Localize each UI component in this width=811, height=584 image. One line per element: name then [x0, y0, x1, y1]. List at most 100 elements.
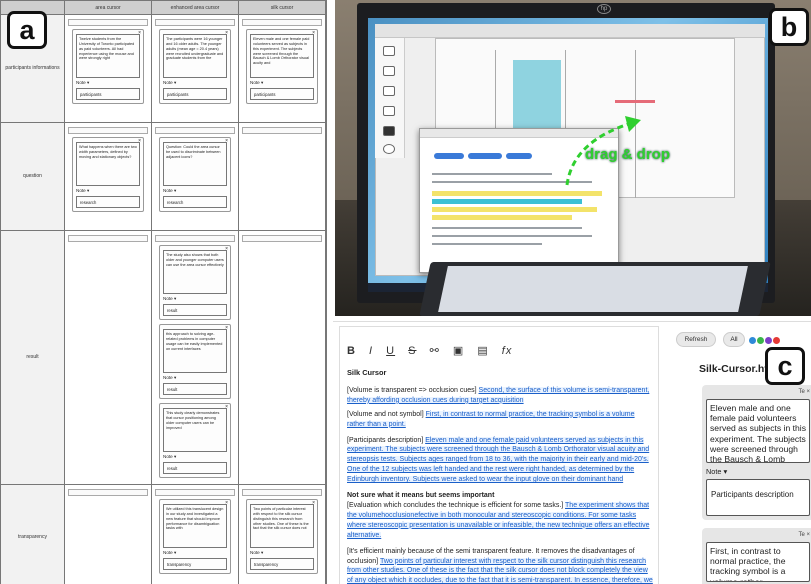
note-card[interactable]: × We utilized this translucent design in… — [159, 499, 231, 574]
strike-button[interactable]: S — [408, 345, 416, 357]
note-card[interactable]: × Two points of particular interest with… — [246, 499, 318, 574]
note-card[interactable]: × The study also shows that both older a… — [159, 245, 231, 320]
document-body[interactable]: Silk Cursor [Volume is transparent => oc… — [347, 368, 653, 584]
paragraph: [It's efficient mainly because of the se… — [347, 547, 653, 584]
color-filter-blue[interactable] — [749, 337, 756, 344]
note-card[interactable]: × Twelve students from the University of… — [72, 29, 144, 104]
all-button[interactable]: All — [723, 332, 745, 347]
note-card[interactable]: × Eleven male and one female paid volunt… — [246, 29, 318, 104]
italic-button[interactable]: I — [369, 345, 373, 357]
note-dropdown[interactable]: Note ▾ — [163, 454, 227, 460]
link-icon[interactable]: ⚯ — [430, 345, 440, 357]
note-card[interactable]: × this approach to solving age- related … — [159, 324, 231, 399]
close-icon[interactable]: × — [138, 30, 141, 36]
cell-input-strip[interactable] — [68, 127, 148, 134]
cell-input-strip[interactable] — [155, 19, 235, 26]
refresh-button[interactable]: Refresh — [676, 332, 716, 347]
cell-input-strip[interactable] — [242, 489, 322, 496]
color-filter-red[interactable] — [773, 337, 780, 344]
bold-button[interactable]: B — [347, 345, 356, 357]
card-text[interactable]: Eleven male and one female paid voluntee… — [250, 34, 314, 78]
note-dropdown[interactable]: Note ▾ — [163, 550, 227, 556]
close-icon[interactable]: × — [225, 325, 228, 331]
card-text[interactable]: this approach to solving age- related pr… — [163, 329, 227, 373]
col-header-enhanced-area-cursor: enhanced area cursor — [152, 1, 238, 14]
card-header[interactable]: Te × — [706, 532, 810, 542]
note-input[interactable]: transparency — [250, 558, 314, 570]
close-icon[interactable]: × — [225, 500, 228, 506]
cell-input-strip[interactable] — [68, 489, 148, 496]
note-card[interactable]: × The participants were 16 younger and 1… — [159, 29, 231, 104]
cube-icon — [383, 126, 395, 136]
note-dropdown[interactable]: Note ▾ — [163, 296, 227, 302]
note-input[interactable]: research — [76, 196, 140, 208]
note-input[interactable]: Participants description — [706, 479, 810, 516]
color-filter-purple[interactable] — [765, 337, 772, 344]
note-dropdown[interactable]: Note ▾ — [250, 80, 314, 86]
highlight-line — [432, 215, 572, 220]
card-text[interactable]: This study clearly demonstrates that cur… — [163, 408, 227, 452]
card-header[interactable]: Te × — [706, 389, 810, 399]
note-dropdown[interactable]: Note ▾ — [76, 80, 140, 86]
close-icon[interactable]: × — [312, 500, 315, 506]
quote-link[interactable]: Two points of particular interest with r… — [347, 557, 653, 584]
note-dropdown[interactable]: Note ▾ — [76, 188, 140, 194]
cell-input-strip[interactable] — [155, 235, 235, 242]
card-text[interactable]: Twelve students from the University of T… — [76, 34, 140, 78]
cell-input-strip[interactable] — [242, 127, 322, 134]
cell-input-strip[interactable] — [242, 19, 322, 26]
close-icon[interactable]: × — [312, 30, 315, 36]
note-dropdown[interactable]: Note ▾ — [163, 188, 227, 194]
cell-input-strip[interactable] — [68, 19, 148, 26]
close-icon[interactable]: × — [225, 246, 228, 252]
note-input[interactable]: result — [163, 462, 227, 474]
close-icon[interactable]: × — [225, 138, 228, 144]
note-card[interactable]: Te × First, in contrast to normal practi… — [702, 528, 811, 584]
cell: × Two points of particular interest with… — [239, 485, 325, 584]
color-filter-green[interactable] — [757, 337, 764, 344]
underline-button[interactable]: U — [386, 345, 395, 357]
document-title: Silk Cursor — [347, 368, 387, 377]
card-text[interactable]: The participants were 16 younger and 16 … — [163, 34, 227, 78]
note-input[interactable]: research — [163, 196, 227, 208]
note-dropdown[interactable]: Note ▾ — [163, 80, 227, 86]
close-icon[interactable]: × — [138, 138, 141, 144]
note-input[interactable]: participants — [76, 88, 140, 100]
note-input[interactable]: result — [163, 304, 227, 316]
table-icon — [383, 106, 395, 116]
close-icon[interactable]: × — [225, 404, 228, 410]
note-dropdown[interactable]: Note ▾ — [250, 550, 314, 556]
cell-input-strip[interactable] — [155, 489, 235, 496]
note-dropdown[interactable]: Note ▾ — [706, 467, 810, 476]
cell-input-strip[interactable] — [155, 127, 235, 134]
note-input[interactable]: participants — [250, 88, 314, 100]
card-text[interactable]: Eleven male and one female paid voluntee… — [706, 399, 810, 463]
close-icon[interactable]: × — [225, 30, 228, 36]
note-card[interactable]: × What happens when there are two width … — [72, 137, 144, 212]
annotation-tag: [Evaluation which concludes the techniqu… — [347, 501, 566, 509]
card-text[interactable]: Two points of particular interest with r… — [250, 504, 314, 548]
cell — [239, 231, 325, 484]
card-text[interactable]: First, in contrast to normal practice, t… — [706, 542, 810, 582]
cell-input-strip[interactable] — [68, 235, 148, 242]
card-text[interactable]: We utilized this translucent design in o… — [163, 504, 227, 548]
note-input[interactable]: result — [163, 383, 227, 395]
note-card[interactable]: × Question: Could the area cursor be use… — [159, 137, 231, 212]
grid-icon — [383, 66, 395, 76]
note-card[interactable]: Te × Eleven male and one female paid vol… — [702, 385, 811, 520]
note-card[interactable]: × This study clearly demonstrates that c… — [159, 403, 231, 478]
cell: × What happens when there are two width … — [65, 123, 151, 230]
note-input[interactable]: transparency — [163, 558, 227, 570]
note-dropdown[interactable]: Note ▾ — [163, 375, 227, 381]
card-text[interactable]: The study also shows that both older and… — [163, 250, 227, 294]
highlight-line — [432, 207, 597, 212]
cell-input-strip[interactable] — [242, 235, 322, 242]
text-line — [432, 235, 592, 237]
card-text[interactable]: Question: Could the area cursor be used … — [163, 142, 227, 186]
card-text[interactable]: What happens when there are two width pa… — [76, 142, 140, 186]
note-input[interactable]: participants — [163, 88, 227, 100]
paragraph: [Volume is transparent => occlusion cues… — [347, 386, 653, 406]
formula-icon[interactable]: fx — [502, 345, 513, 357]
image-icon[interactable]: ▣ — [453, 345, 464, 357]
table-icon[interactable]: ▤ — [477, 345, 488, 357]
